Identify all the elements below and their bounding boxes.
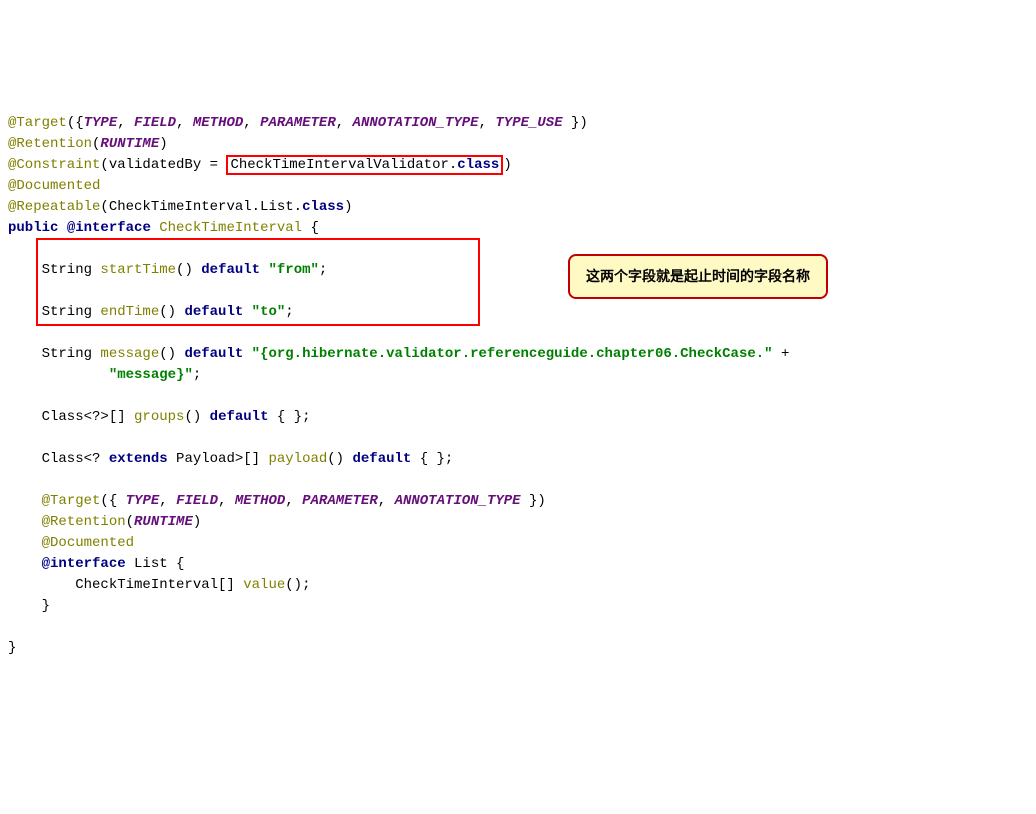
parens: ()	[159, 346, 184, 362]
keyword-public: public	[8, 220, 58, 236]
text: List {	[126, 556, 185, 572]
semicolon: ;	[285, 304, 293, 320]
comma: ,	[336, 115, 353, 131]
comma: ,	[479, 115, 496, 131]
indent-text: Class<?>[]	[8, 409, 134, 425]
string-to: "to"	[252, 304, 286, 320]
paren-close: )	[344, 199, 352, 215]
parens-semi: ();	[285, 577, 310, 593]
enum-type: TYPE	[126, 493, 160, 509]
comma: ,	[159, 493, 176, 509]
brace-close: }	[8, 598, 50, 614]
indent	[8, 535, 42, 551]
callout-note: 这两个字段就是起止时间的字段名称	[568, 254, 828, 299]
enum-runtime: RUNTIME	[134, 514, 193, 530]
parens: ()	[176, 262, 201, 278]
paren-close: )	[159, 136, 167, 152]
annotation-documented: @Documented	[8, 178, 100, 194]
indent	[8, 514, 42, 530]
annotation-constraint: @Constraint	[8, 157, 100, 173]
parens: ()	[327, 451, 352, 467]
comma: ,	[176, 115, 193, 131]
highlight-validator-class: CheckTimeIntervalValidator.class	[226, 155, 503, 175]
paren-open: (	[126, 514, 134, 530]
keyword-class: class	[302, 199, 344, 215]
annotation-retention: @Retention	[8, 136, 92, 152]
type-checktimeinterval: CheckTimeInterval	[159, 220, 302, 236]
keyword-default: default	[353, 451, 412, 467]
enum-annotation-type: ANNOTATION_TYPE	[353, 115, 479, 131]
enum-annotation-type: ANNOTATION_TYPE	[395, 493, 521, 509]
annotation-repeatable: @Repeatable	[8, 199, 100, 215]
indent-text: String	[8, 262, 100, 278]
keyword-default: default	[210, 409, 269, 425]
keyword-default: default	[201, 262, 260, 278]
indent-text: String	[8, 304, 100, 320]
indent-text: CheckTimeInterval[]	[8, 577, 243, 593]
code-block: @Target({TYPE, FIELD, METHOD, PARAMETER,…	[8, 92, 1028, 701]
empty-array: { };	[411, 451, 453, 467]
enum-type: TYPE	[84, 115, 118, 131]
enum-parameter: PARAMETER	[260, 115, 336, 131]
string-from: "from"	[268, 262, 318, 278]
keyword-interface: @interface	[67, 220, 151, 236]
brace-close-outer: }	[8, 640, 16, 656]
indent-text: Class<?	[8, 451, 109, 467]
method-payload: payload	[268, 451, 327, 467]
semicolon: ;	[319, 262, 327, 278]
keyword-interface: @interface	[42, 556, 126, 572]
method-message: message	[100, 346, 159, 362]
text: (CheckTimeInterval.List.	[100, 199, 302, 215]
parens: ()	[184, 409, 209, 425]
empty-array: { };	[268, 409, 310, 425]
method-endtime: endTime	[100, 304, 159, 320]
method-value: value	[243, 577, 285, 593]
validator-name: CheckTimeIntervalValidator.	[230, 157, 457, 173]
enum-parameter: PARAMETER	[302, 493, 378, 509]
text: Payload>[]	[168, 451, 269, 467]
enum-method: METHOD	[193, 115, 243, 131]
text: ({	[100, 493, 125, 509]
keyword-default: default	[184, 304, 243, 320]
paren-close: )	[503, 157, 511, 173]
enum-field: FIELD	[176, 493, 218, 509]
semicolon: ;	[193, 367, 201, 383]
keyword-class: class	[457, 157, 499, 173]
brace-open: {	[302, 220, 319, 236]
enum-method: METHOD	[235, 493, 285, 509]
space	[243, 304, 251, 320]
indent	[8, 556, 42, 572]
space	[243, 346, 251, 362]
concat-op: +	[773, 346, 790, 362]
comma: ,	[285, 493, 302, 509]
indent-text: String	[8, 346, 100, 362]
string-message-part1: "{org.hibernate.validator.referenceguide…	[252, 346, 773, 362]
comma: ,	[218, 493, 235, 509]
text: ({	[67, 115, 84, 131]
annotation-target-inner: @Target	[42, 493, 101, 509]
enum-field: FIELD	[134, 115, 176, 131]
annotation-retention-inner: @Retention	[42, 514, 126, 530]
text: (validatedBy =	[100, 157, 226, 173]
text: })	[521, 493, 546, 509]
text: })	[563, 115, 588, 131]
method-starttime: startTime	[100, 262, 176, 278]
annotation-documented-inner: @Documented	[42, 535, 134, 551]
enum-type-use: TYPE_USE	[495, 115, 562, 131]
indent	[8, 367, 109, 383]
comma: ,	[243, 115, 260, 131]
string-message-part2: "message}"	[109, 367, 193, 383]
keyword-extends: extends	[109, 451, 168, 467]
comma: ,	[117, 115, 134, 131]
method-groups: groups	[134, 409, 184, 425]
enum-runtime: RUNTIME	[100, 136, 159, 152]
comma: ,	[378, 493, 395, 509]
keyword-default: default	[184, 346, 243, 362]
indent	[8, 493, 42, 509]
annotation-target: @Target	[8, 115, 67, 131]
paren-close: )	[193, 514, 201, 530]
parens: ()	[159, 304, 184, 320]
